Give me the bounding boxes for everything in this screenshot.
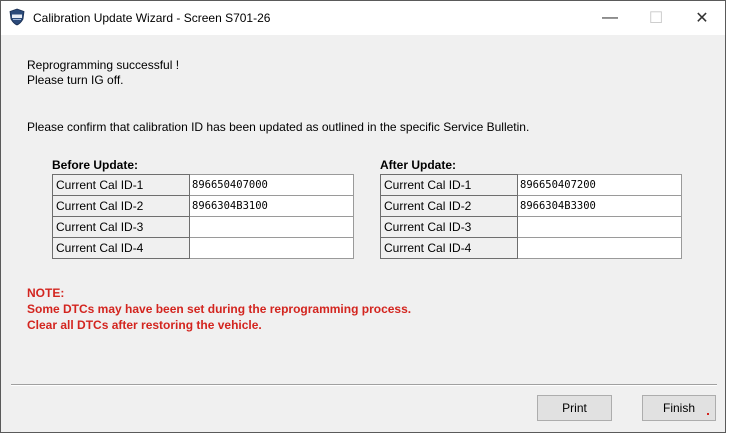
cal-id-label: Current Cal ID-1	[52, 174, 190, 196]
cal-id-label: Current Cal ID-2	[380, 195, 518, 217]
note-dtc-warning: Some DTCs may have been set during the r…	[27, 302, 412, 316]
cal-id-value: 896650407000	[189, 174, 354, 196]
table-row: Current Cal ID-2 8966304B3100	[52, 195, 354, 217]
cal-id-value	[517, 216, 682, 238]
cal-id-value: 8966304B3100	[189, 195, 354, 217]
table-row: Current Cal ID-3	[380, 216, 682, 238]
maximize-icon: ☐	[648, 10, 664, 27]
confirm-instruction: Please confirm that calibration ID has b…	[27, 120, 530, 134]
finish-button-label: Finish	[662, 401, 695, 415]
cal-id-value: 896650407200	[517, 174, 682, 196]
window-title: Calibration Update Wizard - Screen S701-…	[33, 11, 271, 25]
cal-id-value: 8966304B3300	[517, 195, 682, 217]
cal-id-value	[189, 216, 354, 238]
table-row: Current Cal ID-4	[52, 237, 354, 259]
print-button[interactable]: Print	[537, 395, 612, 421]
cal-id-label: Current Cal ID-3	[52, 216, 190, 238]
after-update-table: Current Cal ID-1 896650407200 Current Ca…	[380, 174, 682, 259]
footer-separator	[11, 384, 717, 386]
calibration-update-wizard-window: Calibration Update Wizard - Screen S701-…	[0, 0, 726, 433]
cal-id-value	[189, 237, 354, 259]
cal-id-label: Current Cal ID-4	[380, 237, 518, 259]
cal-id-label: Current Cal ID-2	[52, 195, 190, 217]
table-row: Current Cal ID-4	[380, 237, 682, 259]
note-heading: NOTE:	[27, 286, 65, 300]
close-icon: ✕	[695, 10, 709, 27]
cal-id-label: Current Cal ID-4	[52, 237, 190, 259]
dialog-body: Reprogramming successful ! Please turn I…	[9, 35, 719, 426]
cal-id-value	[517, 237, 682, 259]
title-bar[interactable]: Calibration Update Wizard - Screen S701-…	[1, 1, 725, 35]
minimize-button[interactable]: —	[587, 1, 633, 35]
cal-id-label: Current Cal ID-3	[380, 216, 518, 238]
maximize-button[interactable]: ☐	[633, 1, 679, 35]
close-button[interactable]: ✕	[679, 1, 725, 35]
focus-marker	[707, 413, 709, 415]
shield-logo-icon	[9, 8, 25, 26]
ig-off-instruction: Please turn IG off.	[27, 73, 124, 87]
before-update-table: Current Cal ID-1 896650407000 Current Ca…	[52, 174, 354, 259]
table-row: Current Cal ID-2 8966304B3300	[380, 195, 682, 217]
table-row: Current Cal ID-1 896650407000	[52, 174, 354, 196]
finish-button[interactable]: Finish	[642, 395, 716, 421]
success-message: Reprogramming successful !	[27, 58, 180, 72]
note-clear-dtcs: Clear all DTCs after restoring the vehic…	[27, 318, 262, 332]
table-row: Current Cal ID-3	[52, 216, 354, 238]
before-update-title: Before Update:	[52, 158, 139, 172]
table-row: Current Cal ID-1 896650407200	[380, 174, 682, 196]
minimize-icon: —	[602, 9, 618, 26]
cal-id-label: Current Cal ID-1	[380, 174, 518, 196]
after-update-title: After Update:	[380, 158, 457, 172]
